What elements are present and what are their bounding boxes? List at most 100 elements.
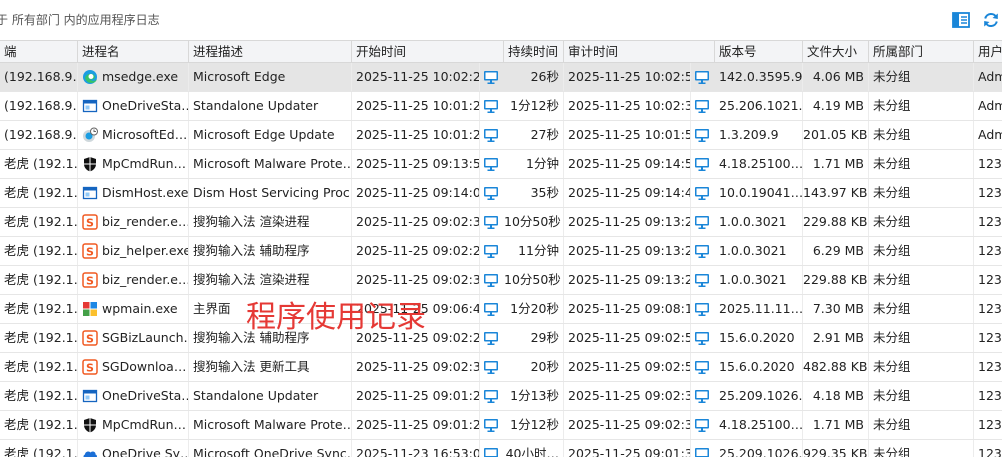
cell-department: 未分组 (869, 266, 974, 294)
cell-department: 未分组 (869, 411, 974, 439)
cell-department: 未分组 (869, 63, 974, 91)
defender-shield-icon (84, 418, 96, 433)
header-col-user[interactable]: 用户 (974, 41, 1002, 63)
svg-text:S: S (86, 333, 94, 346)
monitor-icon[interactable] (694, 330, 710, 346)
cell-duration: 27秒 (504, 121, 564, 149)
cell-department: 未分组 (869, 92, 974, 120)
refresh-icon[interactable] (982, 11, 1000, 29)
cell-duration: 1分13秒 (504, 382, 564, 410)
table-row[interactable]: 老虎 (192.1… biz_render.e… S 搜狗输入法 渲染进程 2025-1… (0, 208, 1002, 237)
cell-user: Adm (974, 92, 1002, 120)
monitor-icon[interactable] (483, 156, 499, 172)
header-col-version[interactable]: 版本号 (715, 41, 803, 63)
table-row[interactable]: 老虎 (192.1… SGBizLaunch… S 搜狗输入法 辅助程序 2025-11… (0, 324, 1002, 353)
cell-terminal: (192.168.9… (0, 92, 78, 120)
monitor-icon[interactable] (694, 272, 710, 288)
cell-process-desc: 搜狗输入法 辅助程序 (189, 237, 352, 265)
header-col-department[interactable]: 所属部门 (869, 41, 974, 63)
header-col-process-desc[interactable]: 进程描述 (189, 41, 352, 63)
cell-start-time: 2025-11-25 10:01:22 (352, 121, 480, 149)
monitor-icon[interactable] (483, 388, 499, 404)
table-row[interactable]: 老虎 (192.1… biz_helper.exe S 搜狗输入法 辅助程序 2025-… (0, 237, 1002, 266)
monitor-icon[interactable] (483, 446, 499, 457)
panel-layout-icon[interactable] (952, 11, 970, 29)
cell-process-desc: Standalone Updater (189, 92, 352, 120)
header-col-process-name[interactable]: 进程名 (78, 41, 189, 63)
monitor-icon[interactable] (694, 417, 710, 433)
table-row[interactable]: 老虎 (192.1… MpCmdRun… Microsoft Malware Pro… (0, 411, 1002, 440)
cell-audit-time: 2025-11-25 09:14:45 (564, 179, 691, 207)
monitor-icon[interactable] (483, 359, 499, 375)
cell-user: 123 (974, 353, 1002, 381)
cell-user: 123 (974, 237, 1002, 265)
cell-version: 1.0.0.3021 (715, 266, 803, 294)
cell-terminal: 老虎 (192.1… (0, 353, 78, 381)
monitor-icon[interactable] (483, 417, 499, 433)
table-row[interactable]: 老虎 (192.1… wpmain.exe 主界面 2025-11-25 09:06:… (0, 295, 1002, 324)
monitor-icon[interactable] (694, 127, 710, 143)
monitor-icon[interactable] (483, 301, 499, 317)
cell-department: 未分组 (869, 208, 974, 236)
cell-department: 未分组 (869, 121, 974, 149)
table-row[interactable]: (192.168.9… MicrosoftEd… Microsoft Edge Up… (0, 121, 1002, 150)
monitor-icon[interactable] (483, 69, 499, 85)
cell-start-time: 2025-11-23 16:53:05 (352, 440, 480, 457)
cell-duration: 20秒 (504, 353, 564, 381)
monitor-icon[interactable] (694, 301, 710, 317)
header-col-file-size[interactable]: 文件大小 (803, 41, 869, 63)
table-row[interactable]: 老虎 (192.1… biz_render.e… S 搜狗输入法 渲染进程 2025-1… (0, 266, 1002, 295)
cell-user: 123 (974, 440, 1002, 457)
table-row[interactable]: 老虎 (192.1… OneDriveSta… Standalone Updater… (0, 382, 1002, 411)
monitor-icon[interactable] (694, 185, 710, 201)
header-col-start-time[interactable]: 开始时间 (352, 41, 504, 63)
cell-audit-time: 2025-11-25 09:02:53 (564, 324, 691, 352)
cell-version: 15.6.0.2020 (715, 324, 803, 352)
cell-user: Adm (974, 63, 1002, 91)
monitor-icon[interactable] (483, 185, 499, 201)
monitor-icon[interactable] (694, 446, 710, 457)
cell-audit-time: 2025-11-25 10:02:37 (564, 92, 691, 120)
table-row[interactable]: (192.168.9… OneDriveSta… Standalone Update… (0, 92, 1002, 121)
page-title: 于 所有部门 内的应用程序日志 (0, 13, 160, 27)
table-row[interactable]: 老虎 (192.1… DismHost.exe Dism Host Servicin… (0, 179, 1002, 208)
table-row[interactable]: 老虎 (192.1… SGDownloa… S 搜狗输入法 更新工具 2025-11-2… (0, 353, 1002, 382)
cell-process-desc: Microsoft OneDrive Sync… (189, 440, 352, 457)
monitor-icon[interactable] (694, 156, 710, 172)
cell-department: 未分组 (869, 150, 974, 178)
cell-file-size: 7.30 MB (803, 295, 869, 323)
cell-user: 123 (974, 150, 1002, 178)
cell-audit-time: 2025-11-25 10:02:58 (564, 63, 691, 91)
app-window-icon (82, 389, 98, 403)
cell-terminal: (192.168.9… (0, 121, 78, 149)
header-col-audit-time[interactable]: 审计时间 (564, 41, 715, 63)
monitor-icon[interactable] (483, 98, 499, 114)
cell-duration: 35秒 (504, 179, 564, 207)
cell-version: 25.209.1026.2 (715, 382, 803, 410)
monitor-icon[interactable] (483, 214, 499, 230)
monitor-icon[interactable] (694, 388, 710, 404)
monitor-icon[interactable] (483, 243, 499, 259)
monitor-icon[interactable] (483, 272, 499, 288)
table-row[interactable]: 老虎 (192.1… OneDrive Sy… Microsoft OneDrive… (0, 440, 1002, 457)
cell-terminal: 老虎 (192.1… (0, 179, 78, 207)
header-col-duration[interactable]: 持续时间 (504, 41, 564, 63)
cell-start-time: 2025-11-25 10:01:22 (352, 92, 480, 120)
table-row[interactable]: 老虎 (192.1… MpCmdRun… Microsoft Malware Pro… (0, 150, 1002, 179)
monitor-icon[interactable] (483, 127, 499, 143)
cell-terminal: 老虎 (192.1… (0, 266, 78, 294)
cell-user: Adm (974, 121, 1002, 149)
cell-duration: 26秒 (504, 63, 564, 91)
monitor-icon[interactable] (694, 98, 710, 114)
monitor-icon[interactable] (483, 330, 499, 346)
header-col-terminal[interactable]: 端 (0, 41, 78, 63)
monitor-icon[interactable] (694, 69, 710, 85)
app-window-icon (82, 99, 98, 113)
monitor-icon[interactable] (694, 243, 710, 259)
cell-terminal: 老虎 (192.1… (0, 440, 78, 457)
monitor-icon[interactable] (694, 359, 710, 375)
cell-audit-time: 2025-11-25 09:13:24 (564, 266, 691, 294)
monitor-icon[interactable] (694, 214, 710, 230)
table-row[interactable]: (192.168.9… msedge.exe Microsoft Edge 2025-… (0, 63, 1002, 92)
svg-text:S: S (86, 362, 94, 375)
